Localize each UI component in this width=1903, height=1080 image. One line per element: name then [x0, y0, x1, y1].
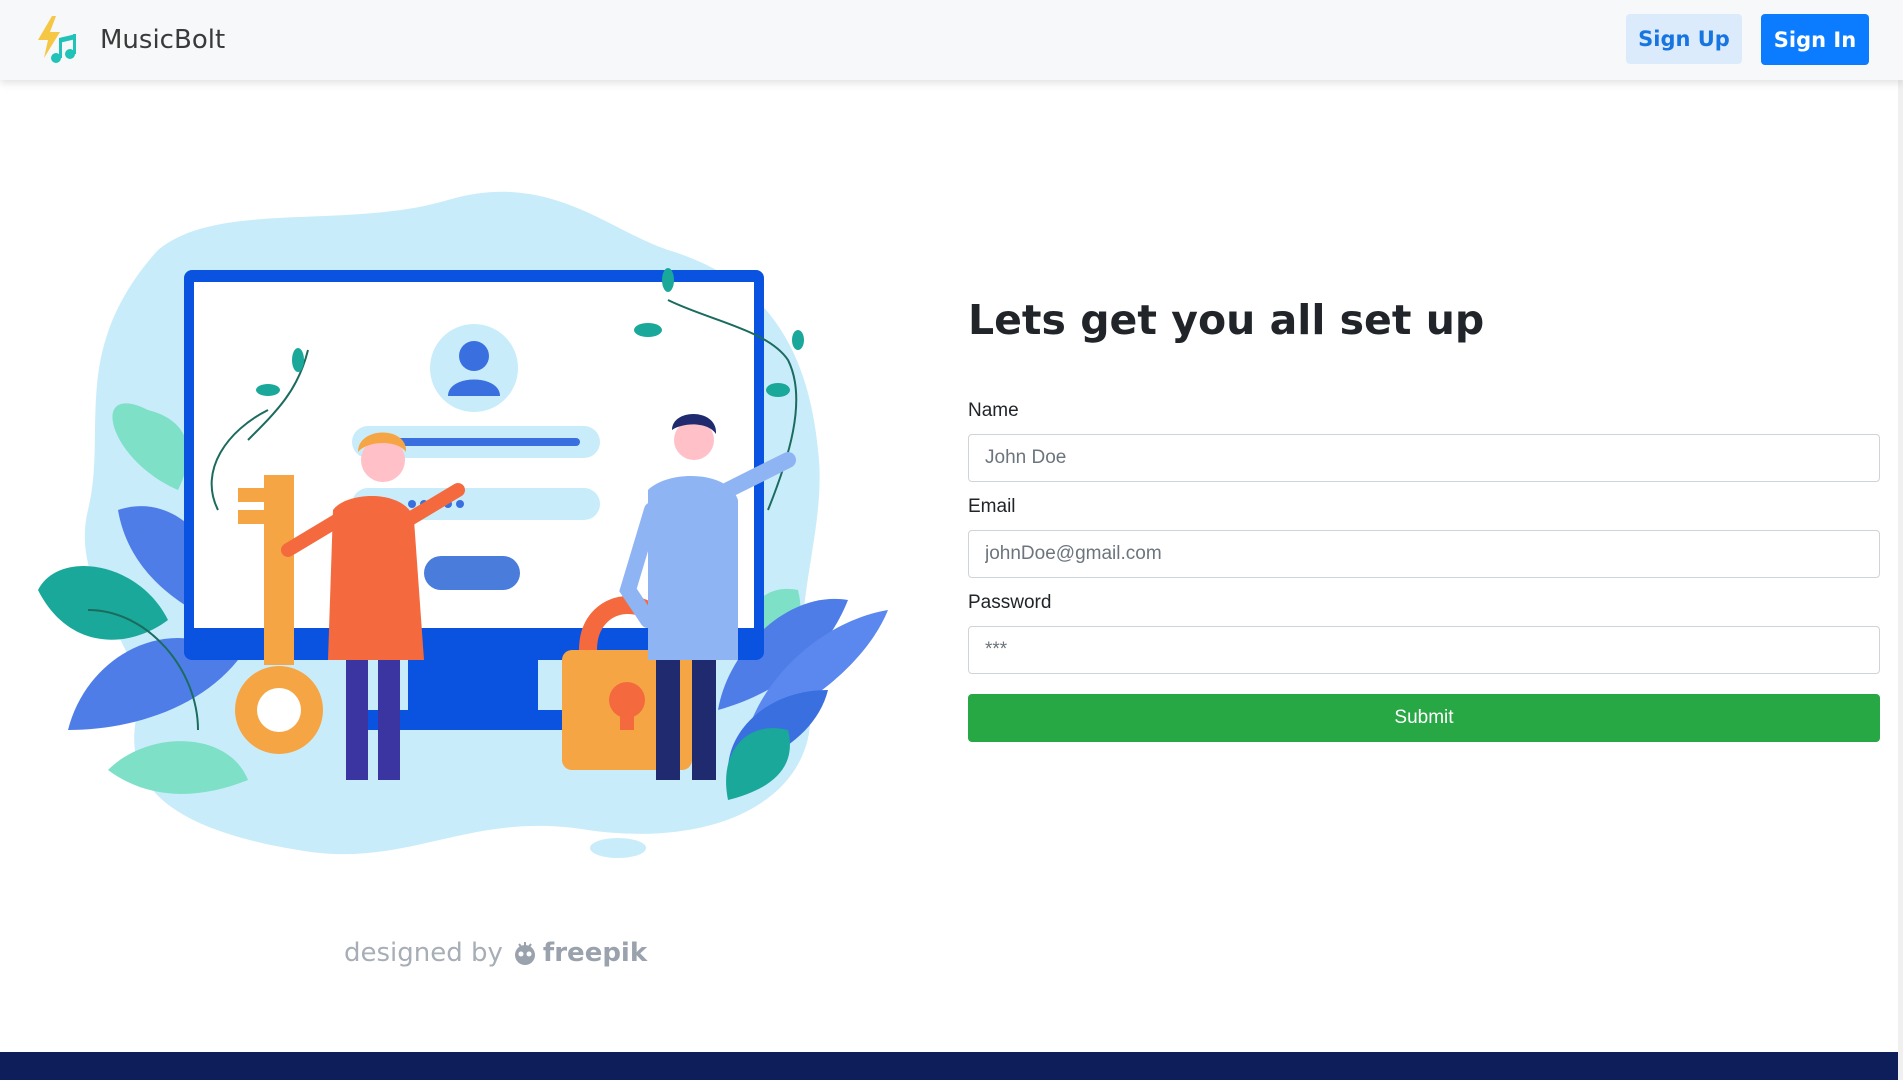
- email-group: Email: [968, 496, 1880, 578]
- navbar: MusicBolt Sign Up Sign In: [0, 0, 1903, 80]
- submit-button[interactable]: Submit: [968, 694, 1880, 742]
- email-input[interactable]: [968, 530, 1880, 578]
- name-input[interactable]: [968, 434, 1880, 482]
- credit-prefix: designed by: [344, 938, 503, 968]
- name-group: Name: [968, 400, 1880, 482]
- sign-up-button[interactable]: Sign Up: [1626, 14, 1742, 64]
- password-input[interactable]: [968, 626, 1880, 674]
- footer: [0, 1052, 1898, 1080]
- login-illustration: [38, 191, 888, 858]
- freepik-credit[interactable]: designed by freepik: [344, 938, 647, 968]
- credit-brand: freepik: [511, 938, 647, 968]
- signup-form: Name Email Password Submit: [968, 400, 1880, 742]
- password-label: Password: [968, 592, 1052, 613]
- brand[interactable]: MusicBolt: [34, 14, 225, 66]
- credit-brand-name: freepik: [542, 938, 648, 968]
- password-group: Password: [968, 592, 1880, 674]
- bolt-music-logo-icon: [38, 16, 76, 63]
- brand-name: MusicBolt: [100, 25, 226, 55]
- freepik-logo-icon: [514, 942, 535, 965]
- email-label: Email: [968, 496, 1016, 517]
- page-title: Lets get you all set up: [968, 296, 1485, 344]
- name-label: Name: [968, 400, 1019, 421]
- sign-in-button[interactable]: Sign In: [1761, 14, 1869, 65]
- scrollbar[interactable]: [1898, 0, 1903, 1080]
